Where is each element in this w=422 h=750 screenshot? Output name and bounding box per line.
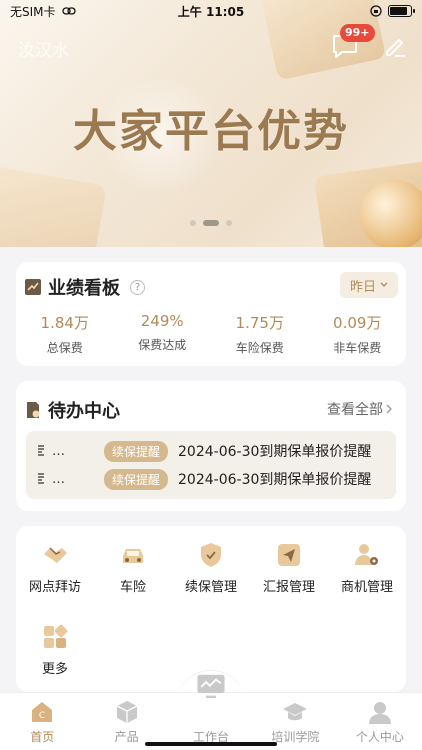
shortcut-label: 更多 — [41, 662, 68, 677]
tab-label: 个人中心 — [355, 730, 404, 744]
stat-label: 保费达成 — [138, 338, 187, 352]
hero-banner[interactable]: 汝汉水 大家平台优势 99+ — [0, 0, 422, 247]
shortcut-label: 车险 — [119, 580, 146, 595]
person-icon — [368, 702, 391, 724]
svg-text:C: C — [39, 711, 45, 721]
stat-auto-premium[interactable]: 1.75万 车险保费 — [211, 312, 309, 356]
document-icon — [27, 402, 40, 418]
home-indicator — [145, 742, 277, 746]
carrier-label: 无SIM卡 — [10, 4, 56, 19]
date-range-label: 昨日 — [349, 279, 376, 295]
tab-label: 培训学院 — [271, 730, 320, 744]
todo-tag: 续保提醒 — [104, 468, 169, 490]
home-icon: C — [32, 702, 53, 722]
stat-premium-achievement[interactable]: 249% 保费达成 — [114, 312, 212, 356]
tab-label: 产品 — [114, 730, 139, 744]
todo-title: 待办中心 — [48, 401, 120, 422]
chevron-down-icon — [380, 282, 388, 287]
monitor-icon — [197, 674, 225, 699]
stat-value: 249% — [140, 312, 184, 330]
graduation-cap-icon — [283, 703, 308, 721]
todo-lead-text: … — [52, 443, 65, 459]
list-marker-icon — [38, 445, 44, 456]
battery-level — [390, 7, 407, 15]
todo-text: 2024-06-30到期保单报价提醒 — [178, 444, 372, 460]
tab-home[interactable]: C 首页 — [0, 693, 84, 750]
carousel-dot[interactable] — [190, 220, 196, 226]
todo-item[interactable]: … 续保提醒 2024-06-30到期保单报价提醒 — [26, 437, 396, 465]
stat-label: 总保费 — [46, 341, 83, 355]
stat-value: 1.84万 — [40, 314, 89, 332]
car-icon — [123, 549, 143, 563]
grid-icon — [44, 624, 68, 648]
stat-non-auto-premium[interactable]: 0.09万 非车保费 — [309, 312, 407, 356]
performance-board: 业绩看板 ? 昨日 1.84万 总保费 249% 保费达成 1.75万 车险保费… — [16, 262, 406, 366]
shortcut-grid: 网点拜访 车险 续保管理 汇报管理 商机管理 更多 — [16, 526, 406, 692]
performance-title: 业绩看板 — [48, 278, 120, 299]
shortcut-branch-visit[interactable]: 网点拜访 — [16, 540, 94, 622]
todo-lead-text: … — [52, 471, 65, 487]
shortcut-label: 汇报管理 — [262, 580, 315, 595]
shortcut-opportunity-management[interactable]: 商机管理 — [328, 540, 406, 622]
shortcut-label: 商机管理 — [340, 580, 393, 595]
tab-profile[interactable]: 个人中心 — [338, 693, 422, 750]
banner-decoration — [360, 180, 422, 247]
shortcut-auto-insurance[interactable]: 车险 — [94, 540, 172, 622]
chart-trend-icon — [25, 279, 41, 295]
date-range-select[interactable]: 昨日 — [339, 272, 398, 298]
link-icon — [61, 7, 76, 15]
handshake-icon — [44, 547, 67, 563]
user-name: 汝汉水 — [18, 41, 69, 61]
stat-value: 1.75万 — [235, 314, 284, 332]
banner-decoration — [0, 165, 107, 247]
shortcut-renewal-management[interactable]: 续保管理 — [172, 540, 250, 622]
help-icon[interactable]: ? — [130, 279, 145, 295]
stat-label: 车险保费 — [235, 341, 284, 355]
todo-center: 待办中心 查看全部 … 续保提醒 2024-06-30到期保单报价提醒 … 续保… — [16, 381, 406, 511]
todo-tag: 续保提醒 — [104, 440, 169, 462]
stat-label: 非车保费 — [333, 341, 382, 355]
message-badge: 99+ — [340, 24, 375, 42]
battery-icon — [388, 5, 415, 17]
orientation-lock-icon — [370, 5, 382, 17]
shortcut-report-management[interactable]: 汇报管理 — [250, 540, 328, 622]
stat-value: 0.09万 — [333, 314, 382, 332]
todo-text: 2024-06-30到期保单报价提醒 — [178, 472, 372, 488]
send-icon — [278, 544, 300, 566]
stat-total-premium[interactable]: 1.84万 总保费 — [16, 312, 114, 356]
view-all-link[interactable]: 查看全部 — [327, 399, 392, 419]
list-marker-icon — [38, 473, 44, 484]
user-gear-icon — [355, 544, 378, 565]
status-bar: 无SIM卡 上午 11:05 — [0, 0, 422, 22]
banner-title: 大家平台优势 — [73, 106, 349, 157]
todo-item[interactable]: … 续保提醒 2024-06-30到期保单报价提醒 — [26, 465, 396, 493]
carousel-dot-active[interactable] — [203, 220, 219, 226]
edit-icon[interactable] — [382, 33, 408, 59]
shortcut-label: 续保管理 — [184, 580, 237, 595]
chevron-right-icon — [386, 404, 392, 414]
carousel-indicator — [0, 220, 422, 226]
shield-icon — [201, 543, 221, 567]
tab-label: 首页 — [30, 730, 55, 744]
shortcut-label: 网点拜访 — [28, 580, 81, 595]
carousel-dot[interactable] — [226, 220, 232, 226]
box-icon — [116, 701, 137, 723]
view-all-label: 查看全部 — [327, 402, 383, 418]
todo-list: … 续保提醒 2024-06-30到期保单报价提醒 … 续保提醒 2024-06… — [26, 431, 396, 499]
